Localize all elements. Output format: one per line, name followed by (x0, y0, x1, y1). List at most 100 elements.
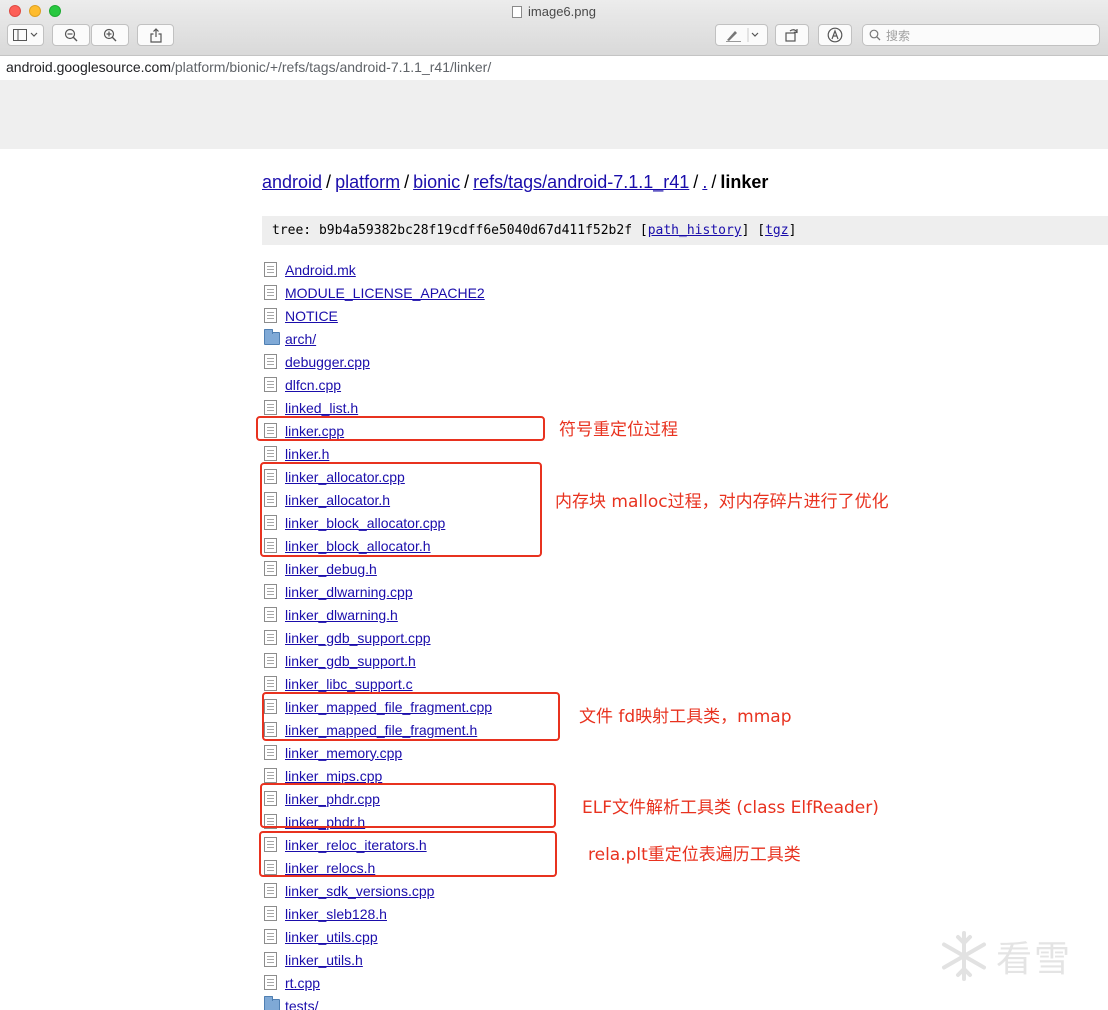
file-link[interactable]: linker_dlwarning.h (285, 607, 398, 623)
breadcrumb-separator: / (464, 172, 470, 192)
file-icon (264, 768, 277, 783)
list-item: tests/ (264, 994, 492, 1010)
list-item: linker_gdb_support.cpp (264, 626, 492, 649)
list-item: MODULE_LICENSE_APACHE2 (264, 281, 492, 304)
address-bar[interactable]: android.googlesource.com/platform/bionic… (0, 56, 1108, 79)
list-item: linker_dlwarning.cpp (264, 580, 492, 603)
file-link[interactable]: linker_gdb_support.cpp (285, 630, 431, 646)
window-title-text: image6.png (528, 4, 596, 19)
file-icon (264, 653, 277, 668)
file-icon (264, 262, 277, 277)
file-icon (264, 929, 277, 944)
annotate-icon (827, 27, 843, 43)
annotation-note-rela-plt: rela.plt重定位表遍历工具类 (588, 845, 801, 865)
breadcrumb-link-android[interactable]: android (262, 172, 322, 192)
sidebar-toggle-button[interactable] (7, 24, 44, 46)
file-link[interactable]: linker_mips.cpp (285, 768, 382, 784)
window-titlebar: image6.png 搜索 (0, 0, 1108, 56)
file-icon (264, 285, 277, 300)
list-item: arch/ (264, 327, 492, 350)
kanxue-watermark: 看雪 (938, 930, 1072, 982)
file-link[interactable]: Android.mk (285, 262, 356, 278)
file-link[interactable]: linker_debug.h (285, 561, 377, 577)
file-link[interactable]: dlfcn.cpp (285, 377, 341, 393)
file-link[interactable]: tests/ (285, 998, 318, 1010)
url-path: /platform/bionic/+/refs/tags/android-7.1… (171, 59, 492, 75)
path-history-link[interactable]: path_history (648, 223, 742, 238)
folder-icon (264, 329, 280, 345)
file-link[interactable]: arch/ (285, 331, 316, 347)
list-item: linker_debug.h (264, 557, 492, 580)
annotation-box-mapped-file (262, 692, 560, 741)
breadcrumb-current: linker (720, 172, 769, 192)
tree-hash: b9b4a59382bc28f19cdff6e5040d67d411f52b2f (318, 223, 633, 238)
tree-info-bar: tree: b9b4a59382bc28f19cdff6e5040d67d411… (262, 216, 1108, 245)
file-icon (264, 906, 277, 921)
breadcrumb-link-bionic[interactable]: bionic (413, 172, 460, 192)
rotate-button[interactable] (775, 24, 809, 46)
markup-icon (726, 28, 759, 42)
zoom-out-icon (64, 28, 78, 42)
tgz-link[interactable]: tgz (765, 223, 788, 238)
url-host: android.googlesource.com (6, 59, 171, 75)
file-icon (264, 354, 277, 369)
list-item: linker_utils.cpp (264, 925, 492, 948)
list-item: linker_sleb128.h (264, 902, 492, 925)
file-link[interactable]: rt.cpp (285, 975, 320, 991)
file-icon (264, 584, 277, 599)
breadcrumb-separator: / (404, 172, 410, 192)
zoom-out-button[interactable] (52, 24, 90, 46)
annotate-button[interactable] (818, 24, 852, 46)
file-link[interactable]: linked_list.h (285, 400, 358, 416)
list-item: linker_utils.h (264, 948, 492, 971)
search-icon (869, 29, 881, 41)
file-link[interactable]: linker_memory.cpp (285, 745, 402, 761)
breadcrumb-separator: / (326, 172, 332, 192)
annotation-note-relocation: 符号重定位过程 (559, 420, 678, 440)
file-link[interactable]: debugger.cpp (285, 354, 370, 370)
list-item: linker_sdk_versions.cpp (264, 879, 492, 902)
file-link[interactable]: NOTICE (285, 308, 338, 324)
file-link[interactable]: linker_sdk_versions.cpp (285, 883, 434, 899)
list-item: rt.cpp (264, 971, 492, 994)
search-placeholder: 搜索 (886, 28, 911, 43)
file-link[interactable]: linker.h (285, 446, 329, 462)
markup-button[interactable] (715, 24, 768, 46)
rotate-icon (785, 29, 798, 42)
share-button[interactable] (137, 24, 174, 46)
watermark-text: 看雪 (996, 939, 1073, 980)
list-item: linker_gdb_support.h (264, 649, 492, 672)
file-link[interactable]: linker_sleb128.h (285, 906, 387, 922)
file-icon (264, 630, 277, 645)
list-item: dlfcn.cpp (264, 373, 492, 396)
breadcrumb-link-platform[interactable]: platform (335, 172, 400, 192)
file-link[interactable]: MODULE_LICENSE_APACHE2 (285, 285, 485, 301)
list-item: NOTICE (264, 304, 492, 327)
file-link[interactable]: linker_utils.cpp (285, 929, 378, 945)
annotation-box-phdr (260, 783, 556, 828)
window-title: image6.png (0, 4, 1108, 19)
sidebar-icon (12, 29, 37, 41)
search-field[interactable]: 搜索 (862, 24, 1100, 46)
file-icon (264, 377, 277, 392)
file-icon (264, 883, 277, 898)
tree-label: tree: (272, 223, 319, 238)
snowflake-icon (942, 931, 986, 981)
annotation-box-relocs (259, 831, 557, 877)
breadcrumb-link-tag[interactable]: refs/tags/android-7.1.1_r41 (473, 172, 689, 192)
annotation-note-allocator: 内存块 malloc过程，对内存碎片进行了优化 (555, 492, 889, 512)
file-link[interactable]: linker_dlwarning.cpp (285, 584, 413, 600)
file-link[interactable]: linker_libc_support.c (285, 676, 413, 692)
zoom-in-button[interactable] (91, 24, 129, 46)
file-list: Android.mk MODULE_LICENSE_APACHE2 NOTICE ar… (264, 258, 492, 1010)
file-icon (264, 975, 277, 990)
file-link[interactable]: linker_gdb_support.h (285, 653, 416, 669)
file-icon (264, 308, 277, 323)
list-item: debugger.cpp (264, 350, 492, 373)
page-header-band (0, 80, 1108, 149)
file-link[interactable]: linker_utils.h (285, 952, 363, 968)
list-item: linker_dlwarning.h (264, 603, 492, 626)
file-icon (264, 607, 277, 622)
file-icon (264, 561, 277, 576)
file-icon (264, 745, 277, 760)
